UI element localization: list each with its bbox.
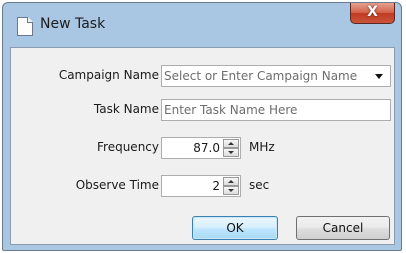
frequency-row: Frequency 87.0 MHz: [11, 137, 396, 160]
cancel-button[interactable]: Cancel: [296, 216, 390, 240]
task-row: Task Name Enter Task Name Here: [11, 99, 396, 122]
frequency-unit: MHz: [249, 140, 275, 154]
task-name-label: Task Name: [93, 102, 159, 116]
observe-time-label: Observe Time: [75, 178, 159, 192]
window-title: New Task: [40, 16, 106, 32]
observe-time-decrement-button[interactable]: [223, 186, 239, 195]
arrow-up-icon: [228, 142, 234, 145]
frequency-increment-button[interactable]: [223, 139, 239, 148]
close-button[interactable]: X: [350, 3, 395, 24]
observe-time-unit: sec: [249, 178, 270, 192]
ok-button[interactable]: OK: [192, 216, 278, 240]
observe-time-increment-button[interactable]: [223, 177, 239, 186]
frequency-value[interactable]: 87.0: [193, 138, 220, 158]
chevron-down-icon[interactable]: [375, 74, 383, 79]
task-name-placeholder: Enter Task Name Here: [164, 103, 298, 117]
arrow-down-icon: [228, 151, 234, 154]
frequency-spin-buttons: [223, 139, 239, 157]
frequency-spinner[interactable]: 87.0: [161, 137, 241, 159]
frequency-decrement-button[interactable]: [223, 148, 239, 157]
title-bar[interactable]: New Task X: [3, 3, 401, 47]
arrow-up-icon: [228, 180, 234, 183]
campaign-name-label: Campaign Name: [58, 68, 159, 82]
frequency-label: Frequency: [97, 140, 159, 154]
dialog-window: New Task X Campaign Name Select or Enter…: [2, 2, 402, 251]
observe-time-spinner[interactable]: 2: [161, 175, 241, 197]
campaign-name-placeholder: Select or Enter Campaign Name: [164, 69, 358, 83]
observe-time-value[interactable]: 2: [212, 176, 220, 196]
arrow-down-icon: [228, 189, 234, 192]
observe-time-spin-buttons: [223, 177, 239, 195]
campaign-row: Campaign Name Select or Enter Campaign N…: [11, 65, 396, 88]
task-name-input[interactable]: Enter Task Name Here: [161, 99, 391, 121]
campaign-name-combobox[interactable]: Select or Enter Campaign Name: [161, 65, 391, 87]
observe-time-row: Observe Time 2 sec: [11, 175, 396, 198]
dialog-content: Campaign Name Select or Enter Campaign N…: [10, 47, 395, 245]
document-icon: [17, 17, 33, 36]
